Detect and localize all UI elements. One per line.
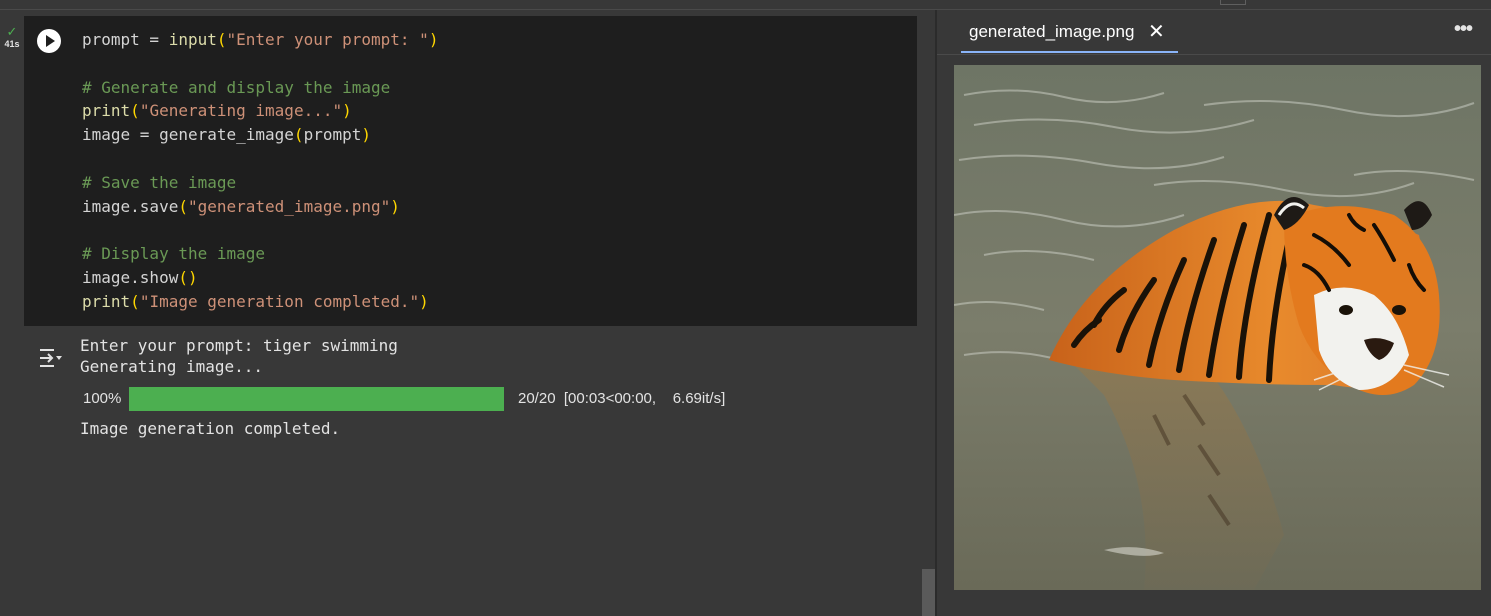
code-token: "Generating image..."	[139, 101, 343, 121]
code-token: )	[428, 30, 439, 49]
code-editor[interactable]: prompt = input("Enter your prompt: ") # G…	[82, 28, 438, 314]
code-cell[interactable]: prompt = input("Enter your prompt: ") # G…	[24, 16, 917, 326]
code-token: ()	[178, 267, 198, 287]
tab-generated-image[interactable]: generated_image.png ✕	[961, 10, 1178, 53]
progress-bar	[129, 387, 504, 411]
output-line-completed: Image generation completed.	[80, 419, 341, 438]
viewer-tab-bar: generated_image.png ✕ •••	[937, 10, 1491, 55]
play-icon	[46, 35, 55, 47]
code-line: print("Image generation completed.")	[82, 290, 438, 314]
output-toggle-icon[interactable]	[37, 347, 63, 369]
code-line: # Display the image	[82, 242, 438, 266]
execution-time: 41s	[4, 39, 20, 49]
tab-active-indicator	[961, 51, 1178, 53]
code-token: prompt	[303, 125, 362, 145]
progress-info: 20/20 [00:03<00:00, 6.69it/s]	[518, 390, 726, 407]
code-line: image = generate_image(prompt)	[82, 123, 438, 147]
code-token: image.show	[82, 267, 179, 287]
code-token: image = generate_image	[82, 125, 294, 145]
output-line-generating: Generating image...	[80, 357, 264, 376]
code-token: prompt =	[82, 30, 169, 49]
code-token: "generated_image.png"	[187, 196, 391, 216]
code-line: print("Generating image...")	[82, 99, 438, 123]
code-token: (	[130, 291, 140, 311]
code-token: print	[82, 101, 131, 121]
check-icon: ✓	[6, 24, 18, 39]
scrollbar-thumb[interactable]	[922, 569, 935, 616]
code-line: prompt = input("Enter your prompt: ")	[82, 28, 438, 52]
output-line-prompt: Enter your prompt: tiger swimming	[80, 336, 398, 355]
notebook-panel: ✓ 41s prompt = input("Enter your prompt:…	[0, 10, 935, 616]
tiger-image-illustration	[954, 65, 1481, 590]
code-token: (	[178, 196, 188, 216]
code-token: # Display the image	[82, 244, 266, 264]
code-token: print	[82, 291, 131, 311]
image-viewer-panel: generated_image.png ✕ •••	[937, 10, 1491, 616]
code-line: image.show()	[82, 266, 438, 290]
code-line: # Save the image	[82, 171, 438, 195]
tab-label: generated_image.png	[969, 22, 1135, 41]
code-token: "Image generation completed."	[139, 291, 420, 311]
generated-image	[954, 65, 1481, 590]
run-cell-button[interactable]	[37, 29, 61, 53]
progress-fill	[129, 387, 504, 411]
code-line: # Generate and display the image	[82, 76, 438, 100]
code-line: image.save("generated_image.png")	[82, 195, 438, 219]
code-token: )	[390, 196, 400, 216]
code-token: input	[168, 30, 217, 49]
close-icon[interactable]: ✕	[1148, 19, 1165, 44]
code-token: "Enter your prompt: "	[226, 30, 429, 49]
progress-percent: 100%	[83, 390, 122, 407]
code-token: )	[361, 125, 371, 145]
code-token: # Generate and display the image	[82, 77, 391, 97]
toolbar-fragment	[1220, 0, 1246, 5]
code-token: (	[216, 30, 227, 49]
code-token: (	[130, 101, 140, 121]
code-token: image.save	[82, 196, 179, 216]
code-token: # Save the image	[82, 172, 237, 192]
top-bar	[0, 0, 1491, 10]
code-token: )	[342, 101, 352, 121]
cell-status: ✓ 41s	[0, 24, 24, 49]
more-horizontal-icon[interactable]: •••	[1454, 18, 1473, 41]
code-token: )	[419, 291, 429, 311]
code-token: (	[293, 125, 304, 145]
